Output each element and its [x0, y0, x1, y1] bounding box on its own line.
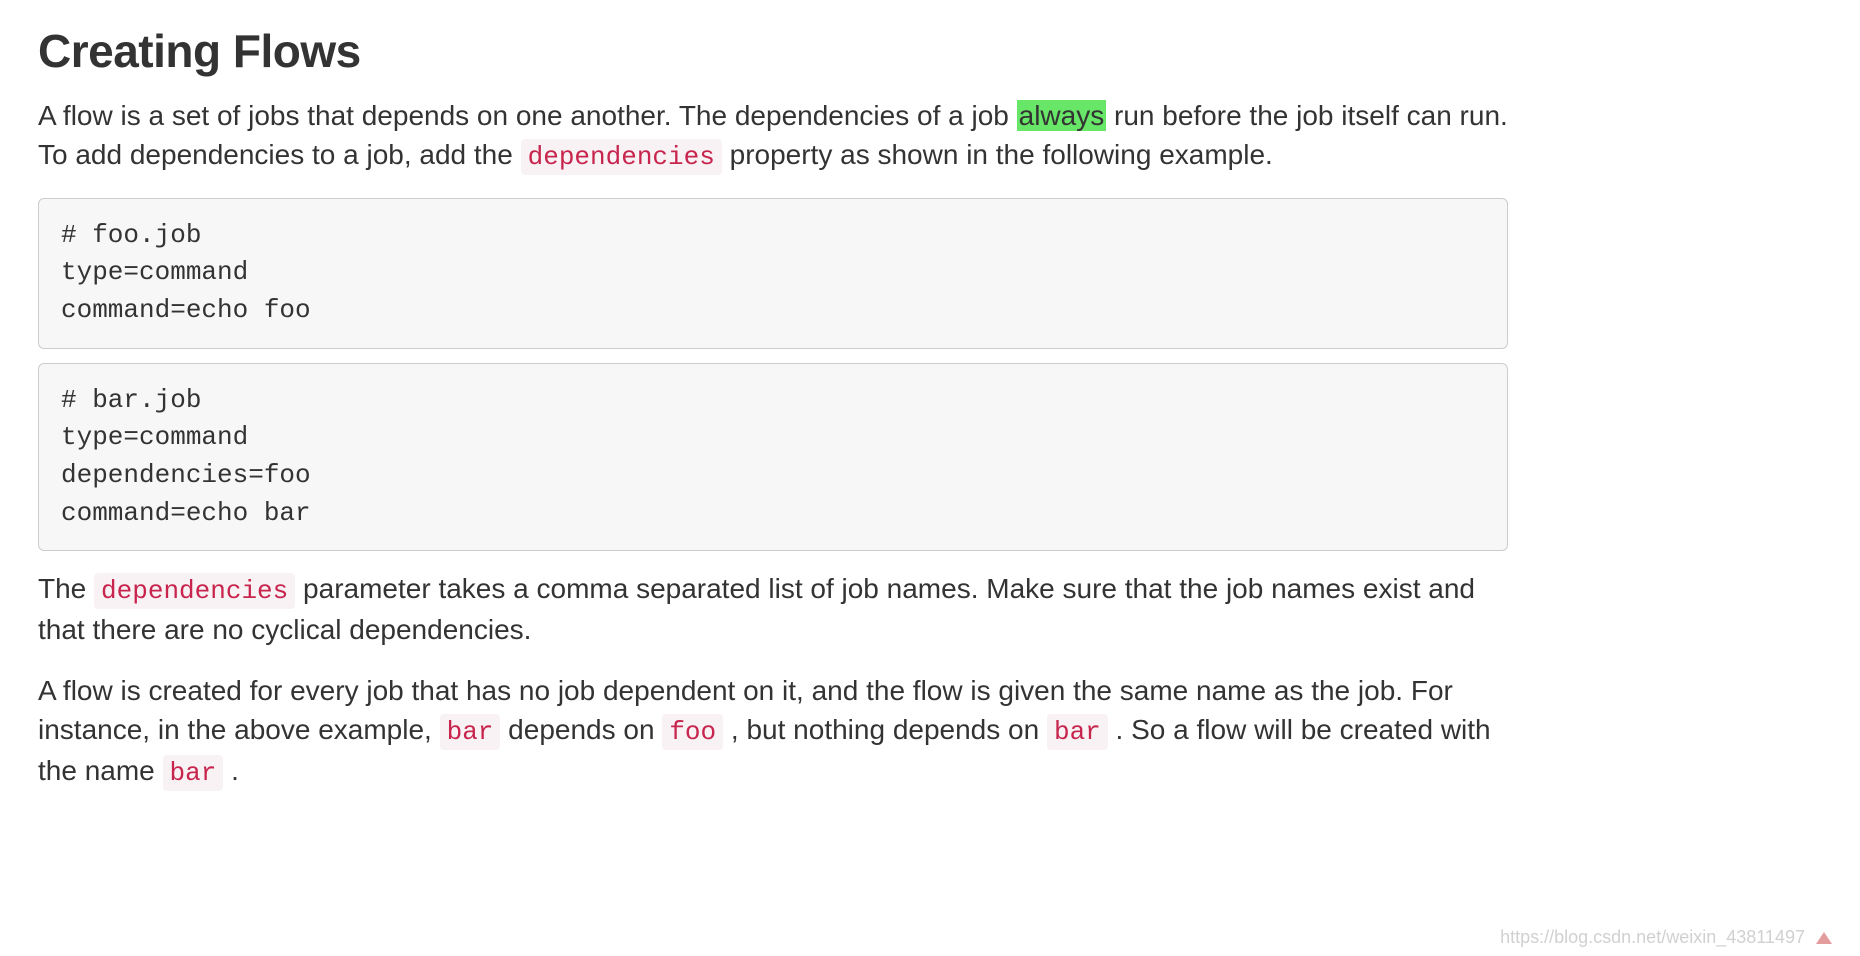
document-page: Creating Flows A flow is a set of jobs t…	[0, 0, 1546, 853]
inline-code-dependencies: dependencies	[94, 573, 295, 609]
text-segment: A flow is a set of jobs that depends on …	[38, 100, 1017, 131]
inline-code-bar: bar	[1047, 714, 1108, 750]
watermark-text: https://blog.csdn.net/weixin_43811497	[1500, 927, 1805, 947]
intro-paragraph: A flow is a set of jobs that depends on …	[38, 96, 1508, 176]
watermark-icon	[1816, 932, 1832, 944]
page-title: Creating Flows	[38, 24, 1508, 78]
text-segment: depends on	[500, 714, 662, 745]
highlight-always: always	[1017, 100, 1107, 131]
inline-code-foo: foo	[662, 714, 723, 750]
inline-code-dependencies: dependencies	[521, 139, 722, 175]
text-segment: , but nothing depends on	[723, 714, 1047, 745]
code-block-bar-job: # bar.job type=command dependencies=foo …	[38, 363, 1508, 552]
text-segment: property as shown in the following examp…	[722, 139, 1273, 170]
inline-code-bar: bar	[163, 755, 224, 791]
text-segment: The	[38, 573, 94, 604]
dependencies-paragraph: The dependencies parameter takes a comma…	[38, 569, 1508, 649]
flow-naming-paragraph: A flow is created for every job that has…	[38, 671, 1508, 791]
code-block-foo-job: # foo.job type=command command=echo foo	[38, 198, 1508, 349]
watermark: https://blog.csdn.net/weixin_43811497	[1500, 927, 1832, 948]
text-segment: .	[223, 755, 239, 786]
inline-code-bar: bar	[440, 714, 501, 750]
